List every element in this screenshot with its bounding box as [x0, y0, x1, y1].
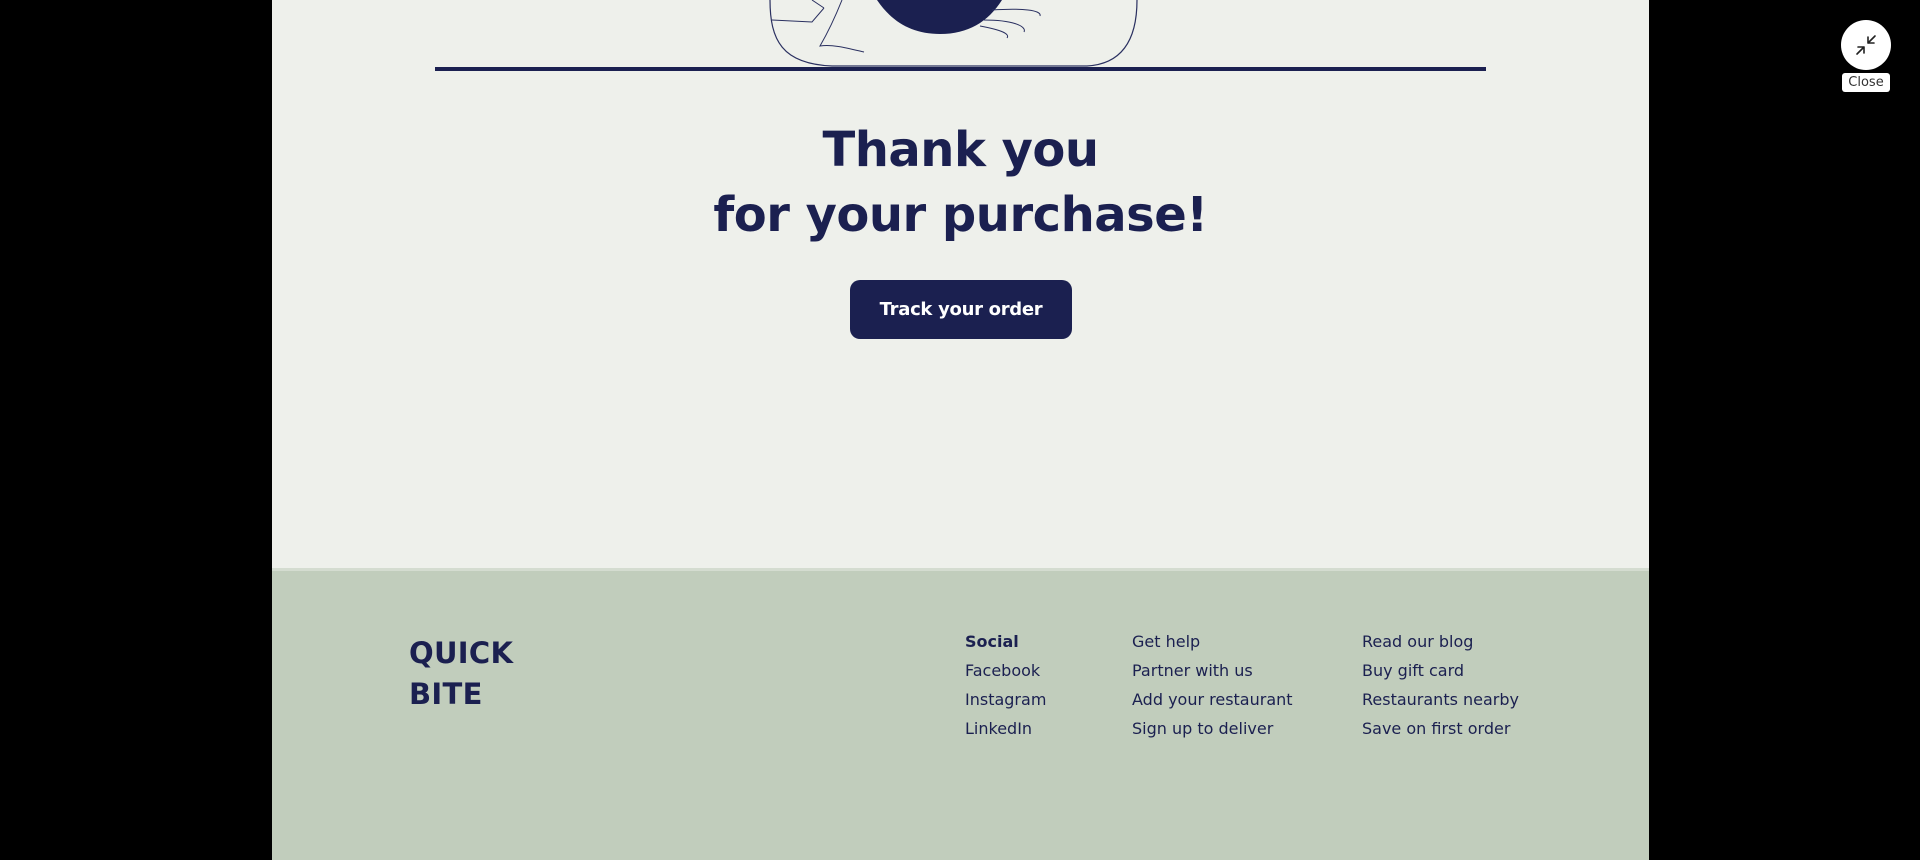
footer-link-restaurants-nearby[interactable]: Restaurants nearby — [1362, 689, 1519, 718]
footer-heading-social: Social — [965, 632, 1019, 651]
footer-link-linkedin[interactable]: LinkedIn — [965, 718, 1046, 747]
footer-link-add-restaurant[interactable]: Add your restaurant — [1132, 689, 1293, 718]
brand-line-1: QUICK — [409, 636, 514, 670]
footer-link-first-order[interactable]: Save on first order — [1362, 718, 1519, 747]
heading-line-2: for your purchase! — [713, 187, 1208, 243]
thank-you-illustration — [435, 0, 1486, 71]
footer-logo[interactable]: QUICK BITE — [409, 633, 513, 715]
footer-link-label[interactable]: Restaurants nearby — [1362, 690, 1519, 709]
footer-link-label[interactable]: Partner with us — [1132, 661, 1253, 680]
footer-link-label[interactable]: Buy gift card — [1362, 661, 1464, 680]
footer-link-instagram[interactable]: Instagram — [965, 689, 1046, 718]
footer-link-blog[interactable]: Read our blog — [1362, 631, 1519, 660]
minimize-arrows-icon — [1856, 35, 1876, 55]
footer-link-facebook[interactable]: Facebook — [965, 660, 1046, 689]
footer-link-label[interactable]: Sign up to deliver — [1132, 719, 1273, 738]
footer-column-more: Read our blog Buy gift card Restaurants … — [1362, 631, 1519, 747]
footer: QUICK BITE Social Facebook Instagram Lin… — [272, 568, 1649, 860]
illustration-hand-left — [819, 0, 865, 53]
close-tooltip: Close — [1842, 73, 1890, 92]
footer-link-get-help[interactable]: Get help — [1132, 631, 1293, 660]
footer-column-social: Social Facebook Instagram LinkedIn — [965, 631, 1046, 747]
heading-line-1: Thank you — [822, 122, 1099, 178]
footer-link-sign-up-deliver[interactable]: Sign up to deliver — [1132, 718, 1293, 747]
brand-line-2: BITE — [409, 677, 483, 711]
illustration-arm-left — [771, 0, 825, 23]
illustration-heart-shape — [877, 0, 1002, 34]
footer-link-label[interactable]: Get help — [1132, 632, 1200, 651]
footer-link-gift-card[interactable]: Buy gift card — [1362, 660, 1519, 689]
footer-link-label[interactable]: Instagram — [965, 690, 1046, 709]
footer-link-partner[interactable]: Partner with us — [1132, 660, 1293, 689]
footer-link-label[interactable]: Add your restaurant — [1132, 690, 1293, 709]
track-order-button[interactable]: Track your order — [850, 280, 1072, 339]
footer-link-label[interactable]: LinkedIn — [965, 719, 1032, 738]
footer-link-label[interactable]: Facebook — [965, 661, 1040, 680]
page: Thank you for your purchase! Track your … — [272, 0, 1649, 860]
footer-link-label[interactable]: Read our blog — [1362, 632, 1473, 651]
thank-you-heading: Thank you for your purchase! — [272, 118, 1649, 248]
footer-link-label[interactable]: Save on first order — [1362, 719, 1510, 738]
close-button[interactable] — [1841, 20, 1891, 70]
close-control: Close — [1841, 20, 1891, 92]
footer-column-help: Get help Partner with us Add your restau… — [1132, 631, 1293, 747]
